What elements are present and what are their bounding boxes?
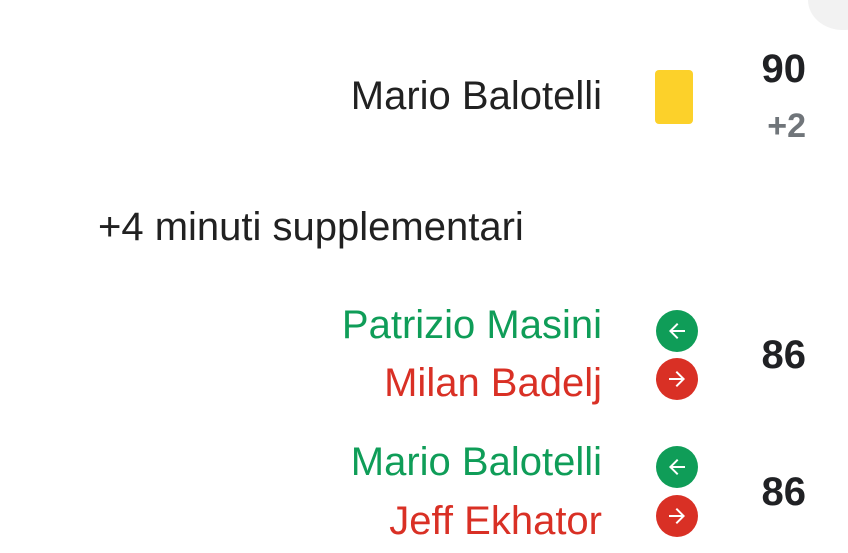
sub-minute: 86: [761, 333, 807, 377]
arrow-right-icon: [656, 358, 698, 400]
yellow-card-icon: [655, 70, 693, 124]
stoppage-time-note: +4 minuti supplementari: [98, 205, 524, 249]
card-player-name: Mario Balotelli: [350, 74, 602, 118]
sub-player-out: Milan Badelj: [384, 361, 602, 405]
arrow-left-icon: [656, 446, 698, 488]
card-added-time: +2: [767, 107, 806, 145]
arrow-left-icon: [656, 310, 698, 352]
sub-player-in: Mario Balotelli: [350, 440, 602, 484]
card-minute: 90: [761, 47, 807, 91]
sub-player-out: Jeff Ekhator: [389, 499, 602, 543]
corner-shade: [808, 0, 848, 30]
match-timeline: Mario Balotelli 90 +2 +4 minuti suppleme…: [0, 0, 848, 553]
sub-minute: 86: [761, 470, 807, 514]
arrow-right-icon: [656, 495, 698, 537]
sub-player-in: Patrizio Masini: [341, 303, 602, 347]
